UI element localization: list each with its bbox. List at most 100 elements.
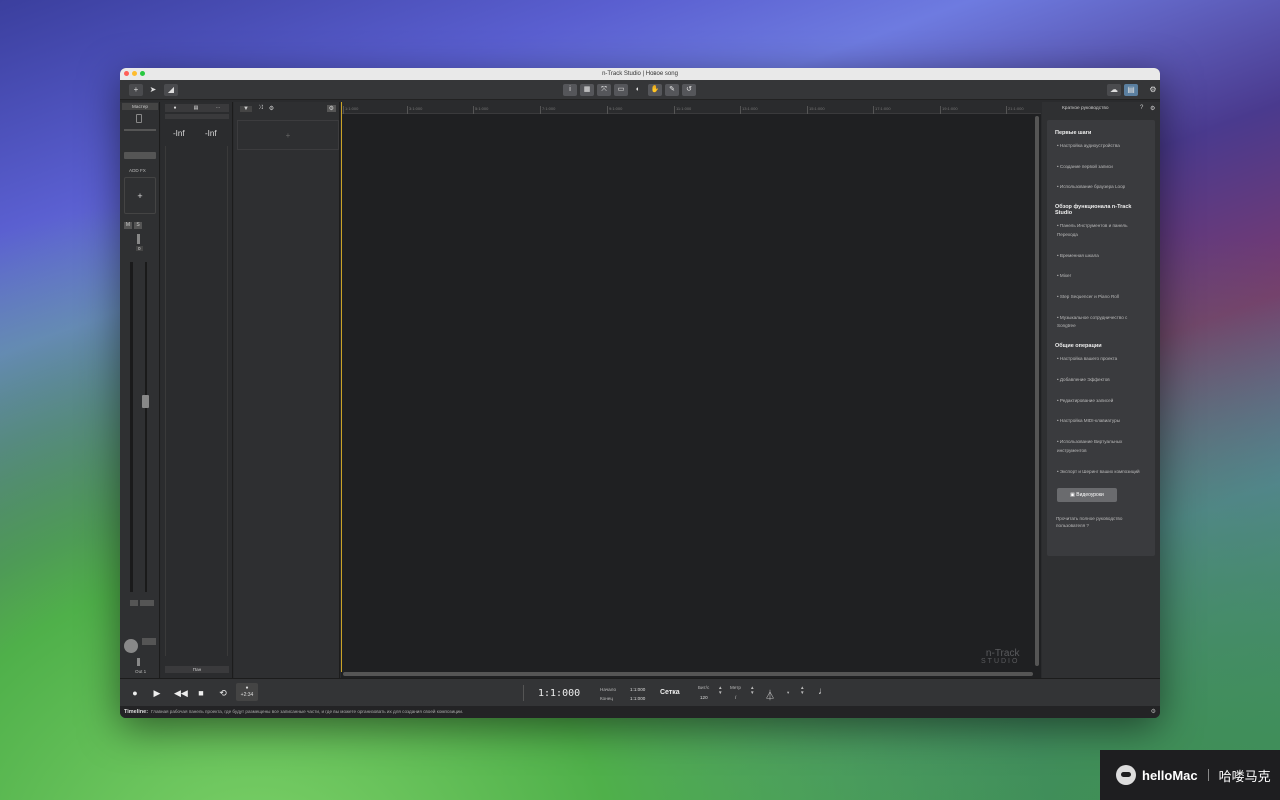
- meter-stepper[interactable]: ▲ ▼: [750, 685, 755, 695]
- badge-cn: 哈喽马克: [1218, 768, 1271, 784]
- end-label: Конец: [600, 696, 613, 701]
- track-settings-icon[interactable]: ⚙: [269, 105, 274, 112]
- start-value[interactable]: 1:1:000: [630, 687, 645, 692]
- level-tool-button[interactable]: ◢: [164, 84, 178, 96]
- hand-tool-button[interactable]: ✋: [648, 84, 662, 96]
- filter-icon[interactable]: ▼: [240, 105, 252, 112]
- guide-link-export[interactable]: • Экспорт и Шеринг ваших композиций: [1057, 468, 1147, 477]
- guide-link-virtual-instruments[interactable]: • Использование Виртуальных инструментов: [1057, 438, 1147, 455]
- toolbar: + ➤ ◢ i ▦ ⤧ ▭ ◐ ✋ ✎ ↺ ☁ ▤ ⚙: [120, 80, 1160, 100]
- tempo-stepper[interactable]: ▲ ▼: [718, 685, 723, 695]
- loop-button[interactable]: ↺: [682, 84, 696, 96]
- guide-link-first-record[interactable]: • Создание первой записи: [1057, 163, 1147, 172]
- master-icon: [136, 114, 142, 123]
- record-dot-icon[interactable]: ●: [174, 105, 177, 111]
- guide-link-timeline[interactable]: • Временная шкала: [1057, 252, 1147, 261]
- zoom-button[interactable]: [140, 71, 145, 76]
- guide-link-add-effects[interactable]: • Добавление Эффектов: [1057, 376, 1147, 385]
- status-bar: Timeline: Главная рабочая панель проекта,…: [120, 706, 1160, 718]
- routing-icon[interactable]: ⤨: [258, 105, 263, 112]
- out-slider[interactable]: [137, 658, 140, 666]
- output-label: Out 1: [135, 669, 147, 674]
- mixer-footer[interactable]: Пан: [165, 666, 229, 673]
- horizontal-scrollbar[interactable]: [343, 672, 1033, 676]
- full-guide-link[interactable]: Прочитать полное руководство пользовател…: [1056, 516, 1147, 529]
- pointer-tool-button[interactable]: ➤: [147, 84, 159, 96]
- help-circle-icon: ?: [1086, 522, 1089, 528]
- cloud-icon[interactable]: ☁: [1107, 84, 1121, 96]
- guide-link-toolbar[interactable]: • Панель Инструментов и панель Перехода: [1057, 222, 1147, 239]
- guide-link-loop-browser[interactable]: • Использование браузера Loop: [1057, 183, 1147, 192]
- play-button[interactable]: ▶: [152, 688, 162, 698]
- grid-view-button[interactable]: ▦: [580, 84, 594, 96]
- pan-knob[interactable]: [137, 234, 140, 244]
- master-meter-left: [130, 262, 133, 592]
- track-gear-icon[interactable]: ⚙: [326, 105, 336, 112]
- fx-slot[interactable]: +: [124, 177, 156, 214]
- mixer-meter-left: [165, 146, 166, 656]
- center-tools: i ▦ ⤧ ▭ ◐ ✋ ✎ ↺: [563, 84, 696, 96]
- more-icon[interactable]: ⋯: [215, 105, 220, 111]
- tuner-button[interactable]: ◐: [631, 84, 645, 96]
- playhead[interactable]: [341, 102, 342, 672]
- master-slider[interactable]: [124, 129, 156, 131]
- guide-link-project-setup[interactable]: • Настройка вашего проекта: [1057, 355, 1147, 364]
- badge-separator: [1207, 769, 1209, 781]
- volume-knob[interactable]: [124, 639, 138, 653]
- hellomac-badge: helloMac 哈喽马克: [1100, 750, 1280, 800]
- note-icon[interactable]: ♩: [818, 686, 828, 697]
- end-value[interactable]: 1:1:000: [630, 696, 645, 701]
- pan-value: 0: [136, 246, 143, 251]
- video-tutorials-button[interactable]: ▣ Видеоуроки: [1057, 488, 1117, 503]
- status-label: Timeline:: [124, 709, 149, 715]
- mixer-top-buttons: ● ▤ ⋯: [165, 104, 229, 112]
- ruler-tick: 1:1:000: [343, 106, 358, 114]
- help-icon[interactable]: ?: [1140, 105, 1143, 111]
- guide-link-midi[interactable]: • Настройка MIDI-клавиатуры: [1057, 417, 1147, 426]
- add-track-slot[interactable]: +: [237, 120, 339, 150]
- master-mode-button[interactable]: [124, 152, 156, 159]
- solo-button[interactable]: S: [134, 222, 142, 229]
- panel-gear-icon[interactable]: ⚙: [1150, 105, 1155, 112]
- list-icon[interactable]: ▤: [194, 105, 199, 111]
- metronome-stepper[interactable]: ▲ ▼: [800, 685, 805, 695]
- master-fader[interactable]: [142, 395, 149, 408]
- master-meter-ctrl-2[interactable]: [140, 600, 154, 606]
- master-label: Мастер: [122, 103, 158, 110]
- knob-mode-button[interactable]: [142, 638, 156, 645]
- guide-link-audio-setup[interactable]: • Настройка аудиоустройства: [1057, 142, 1147, 151]
- guide-link-edit-records[interactable]: • Редактирование записей: [1057, 397, 1147, 406]
- ruler[interactable]: 1:1:000 3:1:000 5:1:000 7:1:000 9:1:000 …: [341, 102, 1041, 114]
- pencil-tool-button[interactable]: ✎: [665, 84, 679, 96]
- minimize-button[interactable]: [132, 71, 137, 76]
- screen-button[interactable]: ▭: [614, 84, 628, 96]
- info-button[interactable]: i: [563, 84, 577, 96]
- master-meter-ctrl[interactable]: [130, 600, 138, 606]
- position-display[interactable]: 1:1:000: [523, 685, 583, 701]
- guide-link-songtree[interactable]: • Музыкальное сотрудничество с Songtree: [1057, 314, 1147, 331]
- tempo-label: Бит/с: [698, 685, 710, 690]
- vertical-scrollbar[interactable]: [1035, 116, 1039, 666]
- grid-button[interactable]: Сетка: [660, 689, 680, 696]
- metronome-icon[interactable]: ⏃: [765, 687, 775, 702]
- record-button[interactable]: ●: [130, 688, 140, 698]
- close-button[interactable]: [124, 71, 129, 76]
- meter-value[interactable]: /: [735, 695, 736, 700]
- guide-link-mixer[interactable]: • Mixer: [1057, 272, 1147, 281]
- guide-link-step-sequencer[interactable]: • Step Sequencer и Piano Roll: [1057, 293, 1147, 302]
- stop-button[interactable]: ■: [196, 688, 206, 698]
- status-gear-icon[interactable]: ⚙: [1151, 706, 1156, 718]
- panel-toggle-button[interactable]: ▤: [1124, 84, 1138, 96]
- mute-button[interactable]: M: [124, 222, 132, 229]
- record-time-badge[interactable]: ● +2:34: [236, 683, 258, 701]
- shuffle-button[interactable]: ⤧: [597, 84, 611, 96]
- loop-toggle-button[interactable]: ⟲: [218, 688, 228, 698]
- metronome-dropdown[interactable]: ▾: [787, 690, 789, 696]
- tempo-value[interactable]: 120: [700, 695, 708, 700]
- ruler-tick: 15:1:000: [807, 106, 825, 114]
- settings-gear-icon[interactable]: ⚙: [1148, 84, 1158, 96]
- add-button[interactable]: +: [129, 84, 143, 96]
- timeline[interactable]: 1:1:000 3:1:000 5:1:000 7:1:000 9:1:000 …: [341, 102, 1041, 678]
- left-level: -Inf: [173, 129, 185, 138]
- rewind-button[interactable]: ◀◀: [174, 688, 188, 698]
